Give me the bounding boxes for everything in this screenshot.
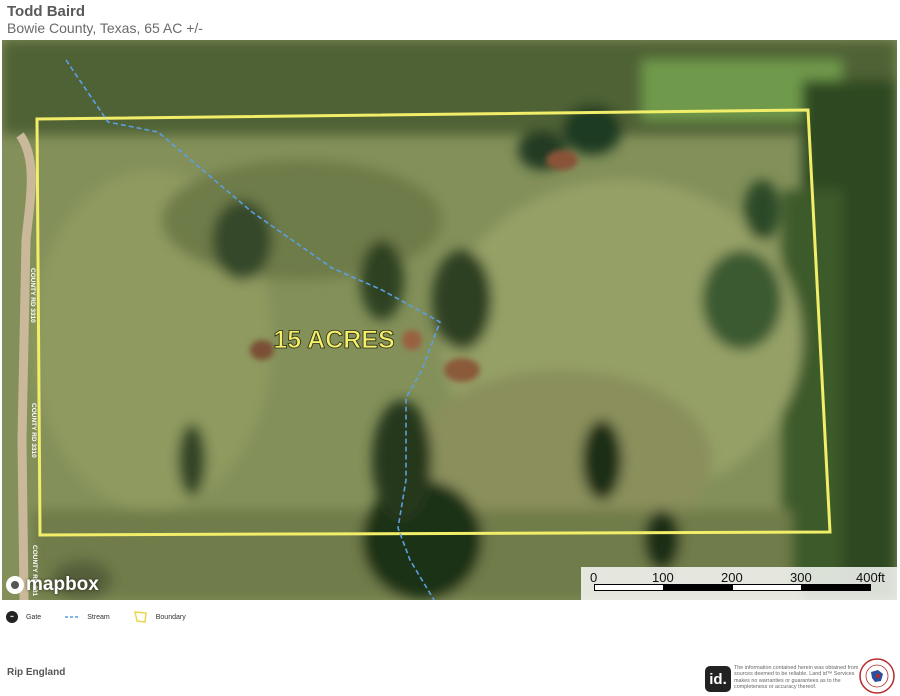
scale-label-200: 200 bbox=[721, 570, 743, 585]
map-legend: ▪▪ Gate Stream Boundary bbox=[6, 611, 210, 623]
scale-segment-1 bbox=[594, 584, 664, 591]
scale-segment-4 bbox=[801, 584, 871, 591]
mapbox-wordmark: mapbox bbox=[26, 574, 99, 595]
aerial-map[interactable]: 15 ACRES COUNTY RD 3310 COUNTY RD 3310 C… bbox=[2, 40, 897, 600]
scale-label-0: 0 bbox=[590, 570, 598, 585]
legend-label-gate: Gate bbox=[26, 613, 42, 621]
land-id-logo: id. bbox=[705, 666, 731, 692]
map-title: Todd Baird bbox=[7, 3, 86, 20]
boundary-icon bbox=[133, 611, 148, 623]
legend-label-stream: Stream bbox=[87, 613, 110, 621]
gate-icon: ▪▪ bbox=[6, 611, 18, 623]
road-label-1: COUNTY RD 3310 bbox=[29, 268, 36, 323]
terrain-texture bbox=[2, 40, 897, 600]
legend-item-boundary: Boundary bbox=[133, 611, 186, 623]
road-label-2: COUNTY RD 3310 bbox=[30, 403, 37, 458]
mapbox-icon bbox=[6, 576, 24, 594]
scale-segment-2 bbox=[663, 584, 733, 591]
legend-label-boundary: Boundary bbox=[155, 613, 186, 621]
disclaimer-text: The information contained herein was obt… bbox=[734, 665, 859, 690]
map-subtitle: Bowie County, Texas, 65 AC +/- bbox=[7, 20, 203, 36]
scale-bar: 0 100 200 300 400ft bbox=[581, 567, 897, 600]
acreage-label: 15 ACRES bbox=[273, 326, 394, 354]
stream-icon bbox=[65, 615, 80, 619]
map-canvas: 15 ACRES COUNTY RD 3310 COUNTY RD 3310 C… bbox=[2, 40, 897, 600]
scale-label-100: 100 bbox=[652, 570, 674, 585]
legend-item-gate: ▪▪ Gate bbox=[6, 611, 41, 623]
scale-label-300: 300 bbox=[790, 570, 812, 585]
agent-name: Rip England bbox=[7, 667, 66, 678]
realtors-seal-icon bbox=[859, 658, 895, 694]
legend-item-stream: Stream bbox=[65, 614, 110, 621]
scale-label-400: 400ft bbox=[856, 570, 885, 585]
scale-segment-3 bbox=[732, 584, 802, 591]
mapbox-attribution[interactable]: mapbox bbox=[6, 574, 99, 596]
